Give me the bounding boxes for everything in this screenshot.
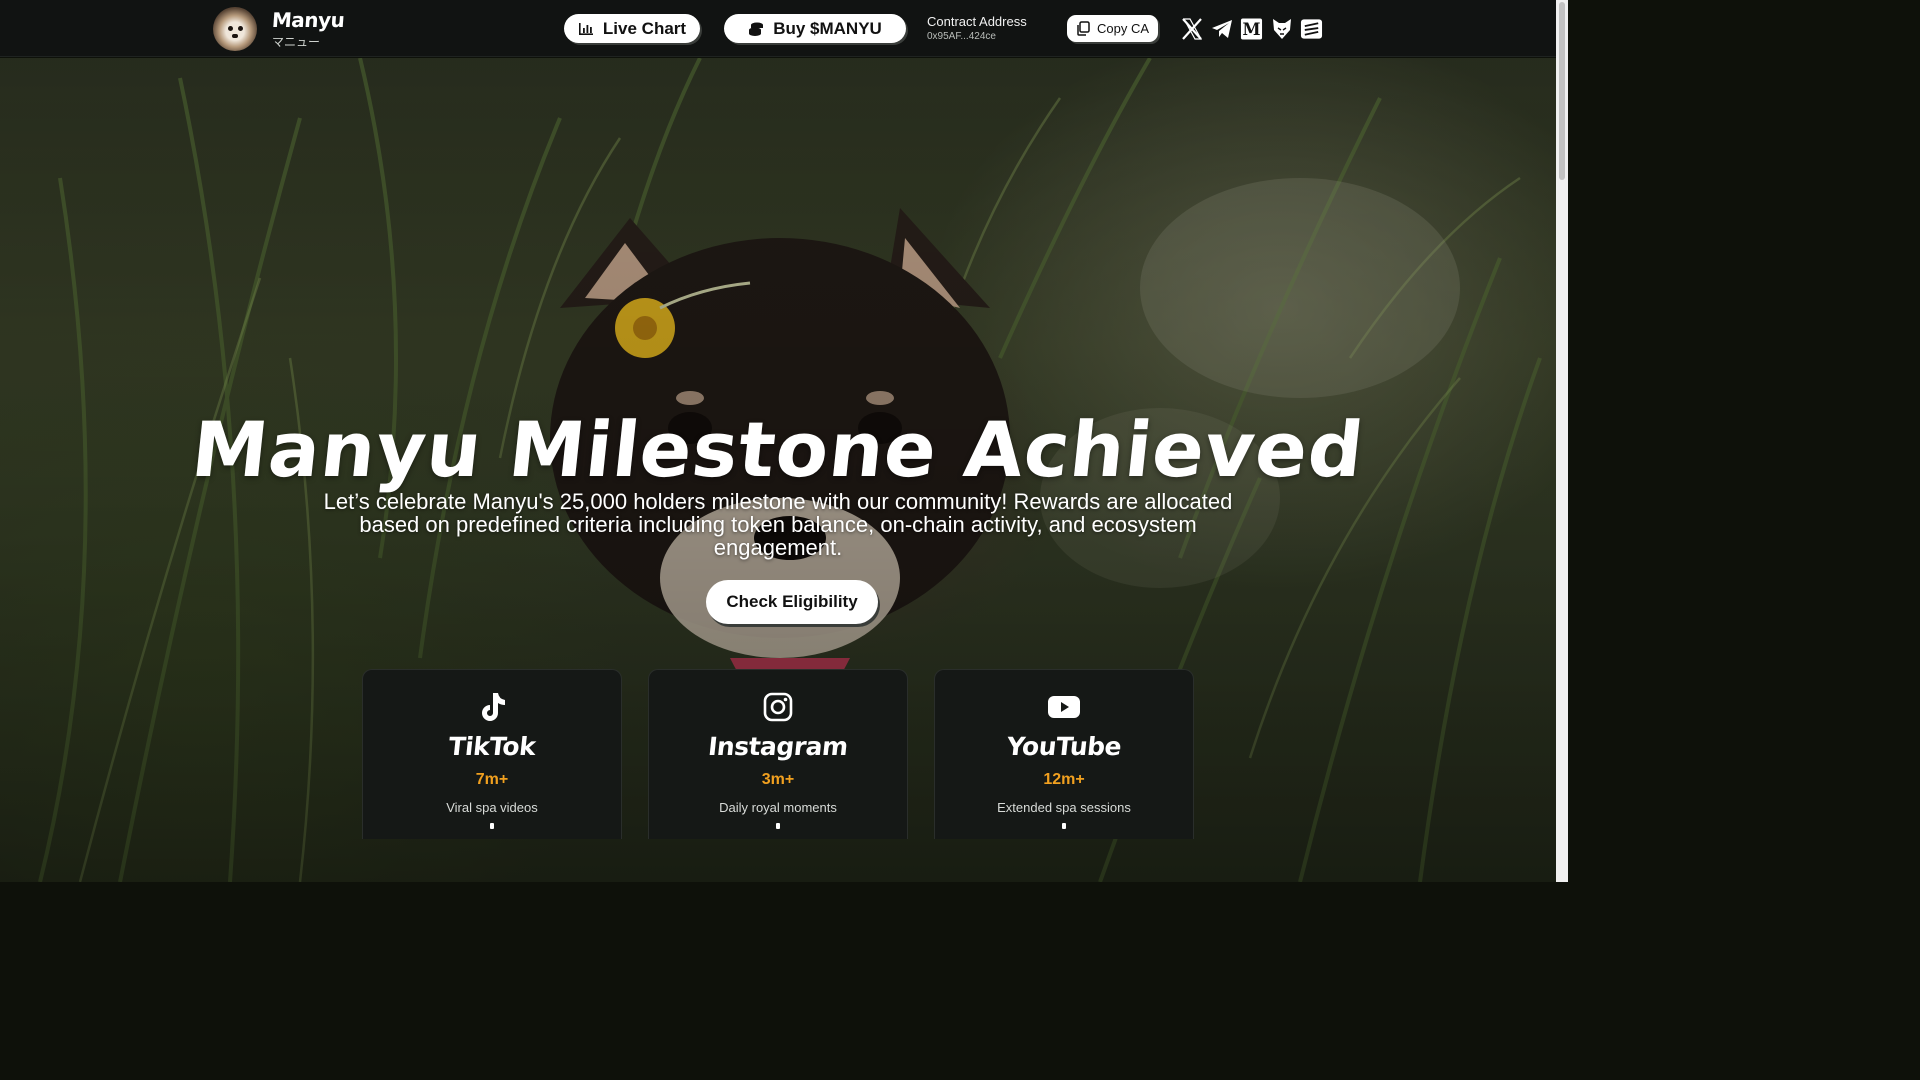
contract-title: Contract Address xyxy=(927,14,1027,29)
card-more-indicator xyxy=(776,823,780,829)
card-more-indicator xyxy=(1062,823,1066,829)
contract-address-block: Contract Address 0x95AF...424ce xyxy=(927,15,1027,42)
copy-icon xyxy=(1077,21,1090,36)
brand-name: Manyu xyxy=(271,8,346,32)
tiktok-card[interactable]: TikTok 7m+ Viral spa videos xyxy=(362,669,622,839)
bar-chart-icon xyxy=(578,22,593,35)
top-navbar: Manyu マニュー Live Chart Buy $MANYU Contrac… xyxy=(0,0,1556,57)
telegram-icon[interactable] xyxy=(1210,16,1233,41)
copy-ca-button[interactable]: Copy CA xyxy=(1067,15,1158,42)
card-description: Extended spa sessions xyxy=(997,800,1131,815)
shiba-avatar xyxy=(213,7,257,51)
live-chart-button[interactable]: Live Chart xyxy=(564,14,700,43)
buy-label: Buy $MANYU xyxy=(773,18,882,38)
check-eligibility-button[interactable]: Check Eligibility xyxy=(706,580,878,624)
card-stat: 12m+ xyxy=(1043,771,1085,788)
x-icon[interactable] xyxy=(1180,16,1203,41)
social-stats-cards: TikTok 7m+ Viral spa videos Instagram 3m… xyxy=(362,669,1194,839)
card-title: TikTok xyxy=(447,732,537,761)
card-more-indicator xyxy=(490,823,494,829)
card-description: Daily royal moments xyxy=(719,800,837,815)
live-chart-label: Live Chart xyxy=(602,18,687,38)
page-scrollbar[interactable] xyxy=(1556,0,1568,882)
brand-logo[interactable]: Manyu マニュー xyxy=(213,7,346,51)
buy-manyu-button[interactable]: Buy $MANYU xyxy=(724,14,906,43)
card-title: YouTube xyxy=(1005,732,1123,761)
exchange-icon[interactable] xyxy=(1300,16,1323,41)
instagram-card[interactable]: Instagram 3m+ Daily royal moments xyxy=(648,669,908,839)
fox-icon[interactable] xyxy=(1270,16,1293,41)
svg-text:M: M xyxy=(1242,19,1260,38)
card-title: Instagram xyxy=(706,732,850,761)
social-links: M xyxy=(1180,16,1323,41)
coins-icon xyxy=(749,22,764,36)
m-icon[interactable]: M xyxy=(1240,16,1263,41)
copy-ca-label: Copy CA xyxy=(1096,21,1150,36)
instagram-icon xyxy=(763,692,793,722)
hero-title: Manyu Milestone Achieved xyxy=(187,405,1369,494)
scrollbar-thumb[interactable] xyxy=(1559,2,1565,180)
tiktok-icon xyxy=(482,693,505,721)
hero-description: Let’s celebrate Manyu's 25,000 holders m… xyxy=(323,489,1233,560)
card-stat: 3m+ xyxy=(761,771,795,788)
contract-address: 0x95AF...424ce xyxy=(927,31,996,42)
youtube-card[interactable]: YouTube 12m+ Extended spa sessions xyxy=(934,669,1194,839)
card-stat: 7m+ xyxy=(475,771,509,788)
brand-subtitle: マニュー xyxy=(272,35,321,49)
card-description: Viral spa videos xyxy=(446,800,538,815)
youtube-icon xyxy=(1048,696,1080,718)
